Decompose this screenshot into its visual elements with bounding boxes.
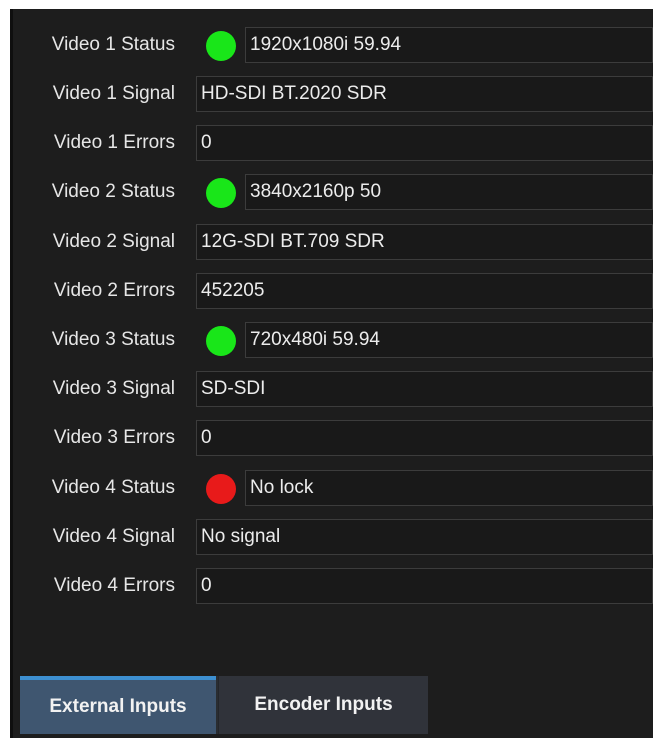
video-2-errors-field: 452205 (196, 273, 653, 309)
video-1-signal-label: Video 1 Signal (52, 83, 175, 104)
video-1-status-field: 1920x1080i 59.94 (245, 27, 653, 63)
video-4-signal-row: Video 4 Signal No signal (13, 519, 653, 555)
video-2-errors-label: Video 2 Errors (53, 280, 175, 301)
status-indicator-icon (206, 326, 236, 356)
tab-bar: External Inputs Encoder Inputs (20, 676, 428, 734)
video-2-signal-label: Video 2 Signal (52, 231, 175, 252)
video-2-signal-row: Video 2 Signal 12G-SDI BT.709 SDR (13, 224, 653, 260)
video-4-errors-row: Video 4 Errors 0 (13, 568, 653, 604)
video-2-errors-row: Video 2 Errors 452205 (13, 273, 653, 309)
video-1-signal-row: Video 1 Signal HD-SDI BT.2020 SDR (13, 76, 653, 112)
video-2-status-label: Video 2 Status (51, 181, 175, 202)
video-3-signal-row: Video 3 Signal SD-SDI (13, 371, 653, 407)
video-3-status-field: 720x480i 59.94 (245, 322, 653, 358)
video-3-signal-field: SD-SDI (196, 371, 653, 407)
video-1-signal-field: HD-SDI BT.2020 SDR (196, 76, 653, 112)
video-4-status-row: Video 4 Status No lock (13, 470, 653, 506)
tab-external-inputs[interactable]: External Inputs (20, 676, 216, 734)
status-indicator-icon (206, 31, 236, 61)
video-4-signal-label: Video 4 Signal (52, 526, 175, 547)
status-panel: Video 1 Status 1920x1080i 59.94 Video 1 … (10, 9, 653, 738)
video-1-errors-field: 0 (196, 125, 653, 161)
video-3-status-label: Video 3 Status (51, 329, 175, 350)
video-1-errors-row: Video 1 Errors 0 (13, 125, 653, 161)
video-3-errors-field: 0 (196, 420, 653, 456)
video-1-status-label: Video 1 Status (51, 34, 175, 55)
status-indicator-icon (206, 474, 236, 504)
status-indicator-icon (206, 178, 236, 208)
video-4-errors-field: 0 (196, 568, 653, 604)
video-1-status-row: Video 1 Status 1920x1080i 59.94 (13, 27, 653, 63)
video-3-status-row: Video 3 Status 720x480i 59.94 (13, 322, 653, 358)
video-3-errors-label: Video 3 Errors (53, 427, 175, 448)
video-4-status-label: Video 4 Status (51, 477, 175, 498)
video-4-status-field: No lock (245, 470, 653, 506)
video-2-status-field: 3840x2160p 50 (245, 174, 653, 210)
video-2-signal-field: 12G-SDI BT.709 SDR (196, 224, 653, 260)
video-1-errors-label: Video 1 Errors (53, 132, 175, 153)
video-3-errors-row: Video 3 Errors 0 (13, 420, 653, 456)
video-3-signal-label: Video 3 Signal (52, 378, 175, 399)
video-4-signal-field: No signal (196, 519, 653, 555)
video-4-errors-label: Video 4 Errors (53, 575, 175, 596)
video-2-status-row: Video 2 Status 3840x2160p 50 (13, 174, 653, 210)
tab-encoder-inputs[interactable]: Encoder Inputs (218, 676, 428, 734)
